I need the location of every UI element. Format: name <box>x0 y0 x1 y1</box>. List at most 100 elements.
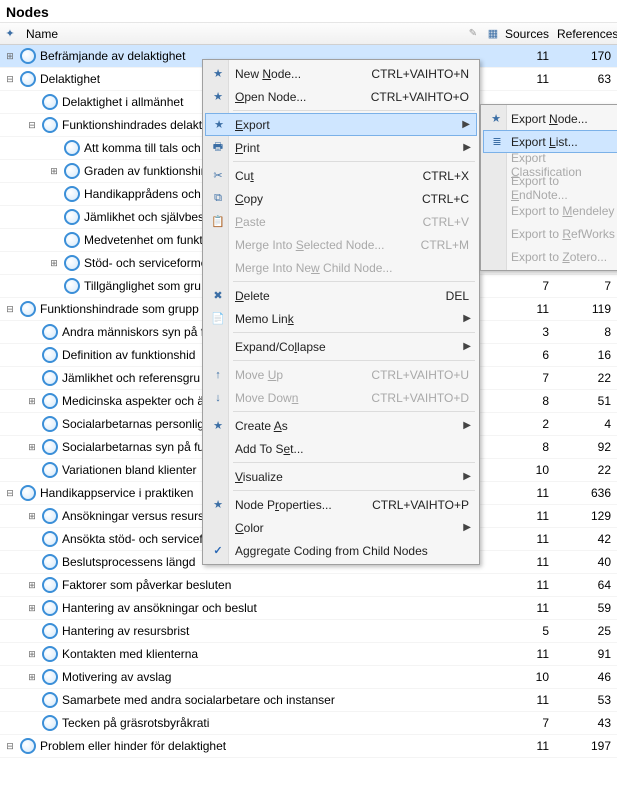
collapse-icon[interactable]: ⊟ <box>26 120 38 131</box>
expand-icon[interactable]: ⊞ <box>26 603 38 614</box>
menu-item-label: Cut <box>235 169 423 183</box>
table-row[interactable]: ⊞Faktorer som påverkar besluten1164 <box>0 574 617 597</box>
column-references[interactable]: References <box>555 27 617 41</box>
menu-item-label: Delete <box>235 289 446 303</box>
node-icon <box>42 669 58 685</box>
expand-icon[interactable]: ⊞ <box>26 511 38 522</box>
menu-item-icon: ⧉ <box>210 191 226 207</box>
node-icon <box>42 554 58 570</box>
table-row[interactable]: ⊞Tecken på gräsrotsbyråkrati743 <box>0 712 617 735</box>
node-label[interactable]: Problem eller hinder för delaktighet <box>40 739 503 753</box>
menu-item[interactable]: Visualize▶ <box>205 465 477 488</box>
table-row[interactable]: ⊞Motivering av avslag1046 <box>0 666 617 689</box>
menu-item[interactable]: Add To Set... <box>205 437 477 460</box>
star-icon[interactable]: ✦ <box>0 27 20 40</box>
pencil-icon[interactable]: ✎ <box>463 28 483 39</box>
expand-icon[interactable]: ⊞ <box>26 442 38 453</box>
menu-item[interactable]: ⧉CopyCTRL+C <box>205 187 477 210</box>
node-label[interactable]: Motivering av avslag <box>62 670 503 684</box>
menu-item: Export to EndNote... <box>483 176 617 199</box>
table-row[interactable]: ⊞Hantering av resursbrist525 <box>0 620 617 643</box>
node-label[interactable]: Hantering av resursbrist <box>62 624 503 638</box>
collapse-icon[interactable]: ⊟ <box>4 741 16 752</box>
table-row[interactable]: ⊞Kontakten med klienterna1191 <box>0 643 617 666</box>
references-cell: 53 <box>555 693 617 707</box>
menu-shortcut: CTRL+VAIHTO+U <box>371 368 469 382</box>
node-icon <box>42 416 58 432</box>
menu-item-icon: ✖ <box>210 288 226 304</box>
expand-icon[interactable]: ⊞ <box>26 396 38 407</box>
chevron-right-icon: ▶ <box>463 142 471 153</box>
menu-item[interactable]: 📄Memo Link▶ <box>205 307 477 330</box>
references-cell: 40 <box>555 555 617 569</box>
sources-cell: 11 <box>503 555 555 569</box>
menu-item[interactable]: ✓Aggregate Coding from Child Nodes <box>205 539 477 562</box>
menu-item[interactable]: ✖DeleteDEL <box>205 284 477 307</box>
menu-item[interactable]: ✂CutCTRL+X <box>205 164 477 187</box>
panel-header: Nodes <box>0 0 617 23</box>
sources-cell: 11 <box>503 739 555 753</box>
node-icon <box>64 140 80 156</box>
node-icon <box>42 692 58 708</box>
expand-icon[interactable]: ⊞ <box>4 51 16 62</box>
menu-item-icon: ★ <box>210 89 226 105</box>
menu-item-icon: 📋 <box>210 214 226 230</box>
menu-separator <box>233 490 475 491</box>
menu-item[interactable]: ★Export Node... <box>483 107 617 130</box>
chevron-right-icon: ▶ <box>463 522 471 533</box>
chevron-right-icon: ▶ <box>463 420 471 431</box>
menu-item-label: Node Properties... <box>235 498 372 512</box>
menu-item[interactable]: ★Export▶ <box>205 113 477 136</box>
menu-shortcut: CTRL+C <box>422 192 469 206</box>
menu-item-icon: ★ <box>488 111 504 127</box>
column-name[interactable]: Name <box>20 27 463 41</box>
node-label[interactable]: Faktorer som påverkar besluten <box>62 578 503 592</box>
sources-cell: 7 <box>503 279 555 293</box>
menu-shortcut: CTRL+V <box>423 215 469 229</box>
node-label[interactable]: Tecken på gräsrotsbyråkrati <box>62 716 503 730</box>
sources-cell: 5 <box>503 624 555 638</box>
menu-item-label: Merge Into Selected Node... <box>235 238 421 252</box>
menu-item-label: Aggregate Coding from Child Nodes <box>235 544 469 558</box>
expand-icon[interactable]: ⊞ <box>26 580 38 591</box>
menu-item-icon: ★ <box>210 66 226 82</box>
column-sources[interactable]: Sources <box>503 27 555 41</box>
sources-icon[interactable]: ▦ <box>483 27 503 40</box>
menu-item-icon: ≣ <box>489 134 505 150</box>
sources-cell: 3 <box>503 325 555 339</box>
menu-item-label: Merge Into New Child Node... <box>235 261 469 275</box>
menu-item[interactable]: ★Open Node...CTRL+VAIHTO+O <box>205 85 477 108</box>
sources-cell: 8 <box>503 440 555 454</box>
menu-item-label: Export <box>235 118 469 132</box>
expand-icon[interactable]: ⊞ <box>48 258 60 269</box>
expand-icon[interactable]: ⊞ <box>26 649 38 660</box>
collapse-icon[interactable]: ⊟ <box>4 488 16 499</box>
menu-item-label: New Node... <box>235 67 371 81</box>
references-cell: 170 <box>555 49 617 63</box>
table-row[interactable]: ⊞Samarbete med andra socialarbetare och … <box>0 689 617 712</box>
node-label[interactable]: Kontakten med klienterna <box>62 647 503 661</box>
node-label[interactable]: Samarbete med andra socialarbetare och i… <box>62 693 503 707</box>
table-row[interactable]: ⊞Hantering av ansökningar och beslut1159 <box>0 597 617 620</box>
sources-cell: 7 <box>503 371 555 385</box>
expand-icon[interactable]: ⊞ <box>26 672 38 683</box>
collapse-icon[interactable]: ⊟ <box>4 304 16 315</box>
node-icon <box>20 71 36 87</box>
table-row[interactable]: ⊟Problem eller hinder för delaktighet111… <box>0 735 617 758</box>
references-cell: 22 <box>555 463 617 477</box>
menu-item: Export to RefWorks <box>483 222 617 245</box>
references-cell: 7 <box>555 279 617 293</box>
menu-item[interactable]: ★New Node...CTRL+VAIHTO+N <box>205 62 477 85</box>
menu-item[interactable]: Color▶ <box>205 516 477 539</box>
sources-cell: 11 <box>503 72 555 86</box>
expand-icon[interactable]: ⊞ <box>48 166 60 177</box>
sources-cell: 10 <box>503 463 555 477</box>
menu-item[interactable]: ★Node Properties...CTRL+VAIHTO+P <box>205 493 477 516</box>
node-icon <box>42 370 58 386</box>
collapse-icon[interactable]: ⊟ <box>4 74 16 85</box>
menu-item[interactable]: Expand/Collapse▶ <box>205 335 477 358</box>
menu-item[interactable]: 🖶Print▶ <box>205 136 477 159</box>
menu-item[interactable]: ★Create As▶ <box>205 414 477 437</box>
export-submenu: ★Export Node...≣Export List...Export Cla… <box>480 104 617 271</box>
node-label[interactable]: Hantering av ansökningar och beslut <box>62 601 503 615</box>
